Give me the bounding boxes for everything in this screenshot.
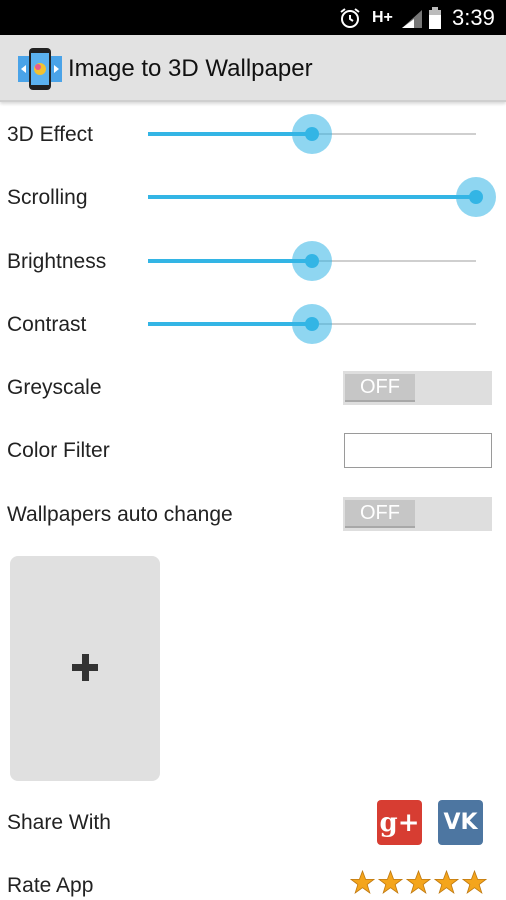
setting-label-scrolling: Scrolling [7, 186, 88, 209]
app-logo-icon [18, 47, 62, 91]
star-icon[interactable] [406, 870, 431, 895]
slider-fill [148, 259, 312, 263]
setting-label-brightness: Brightness [7, 250, 107, 273]
slider-thumb[interactable] [469, 190, 483, 204]
setting-label-contrast: Contrast [7, 313, 87, 336]
slider-scrolling[interactable] [148, 175, 496, 219]
rating-stars[interactable] [350, 870, 490, 900]
greyscale-toggle[interactable]: OFF [343, 371, 492, 405]
status-bar: H+ 3:39 [0, 0, 506, 35]
slider-contrast[interactable] [148, 302, 476, 346]
star-icon[interactable] [462, 870, 487, 895]
toggle-state: OFF [345, 500, 415, 528]
clock: 3:39 [452, 4, 495, 30]
plus-icon-vertical [82, 654, 89, 681]
add-wallpaper-button[interactable] [10, 556, 160, 781]
slider-fill [148, 322, 312, 326]
slider-thumb[interactable] [305, 127, 319, 141]
slider-thumb[interactable] [305, 317, 319, 331]
star-icon[interactable] [350, 870, 375, 895]
slider-thumb[interactable] [305, 254, 319, 268]
slider-brightness[interactable] [148, 239, 476, 283]
network-type: H+ [372, 8, 393, 26]
battery-icon [428, 0, 442, 35]
color-filter-picker[interactable] [344, 433, 492, 468]
vk-share-button[interactable]: VK [438, 800, 483, 845]
star-icon[interactable] [378, 870, 403, 895]
setting-label-3d-effect: 3D Effect [7, 123, 93, 146]
share-label: Share With [7, 811, 111, 834]
slider-fill [148, 195, 476, 199]
rate-label: Rate App [7, 874, 94, 897]
toggle-state: OFF [345, 374, 415, 402]
slider-3d-effect[interactable] [148, 112, 476, 156]
signal-icon [400, 0, 424, 35]
auto-change-toggle[interactable]: OFF [343, 497, 492, 531]
setting-label-greyscale: Greyscale [7, 376, 102, 399]
app-title: Image to 3D Wallpaper [68, 54, 313, 82]
setting-label-auto-change: Wallpapers auto change [7, 503, 233, 526]
alarm-icon [338, 0, 362, 35]
app-bar: Image to 3D Wallpaper [0, 35, 506, 102]
google-plus-share-button[interactable]: g+ [377, 800, 422, 845]
slider-fill [148, 132, 312, 136]
star-icon[interactable] [434, 870, 459, 895]
setting-label-color-filter: Color Filter [7, 439, 110, 462]
